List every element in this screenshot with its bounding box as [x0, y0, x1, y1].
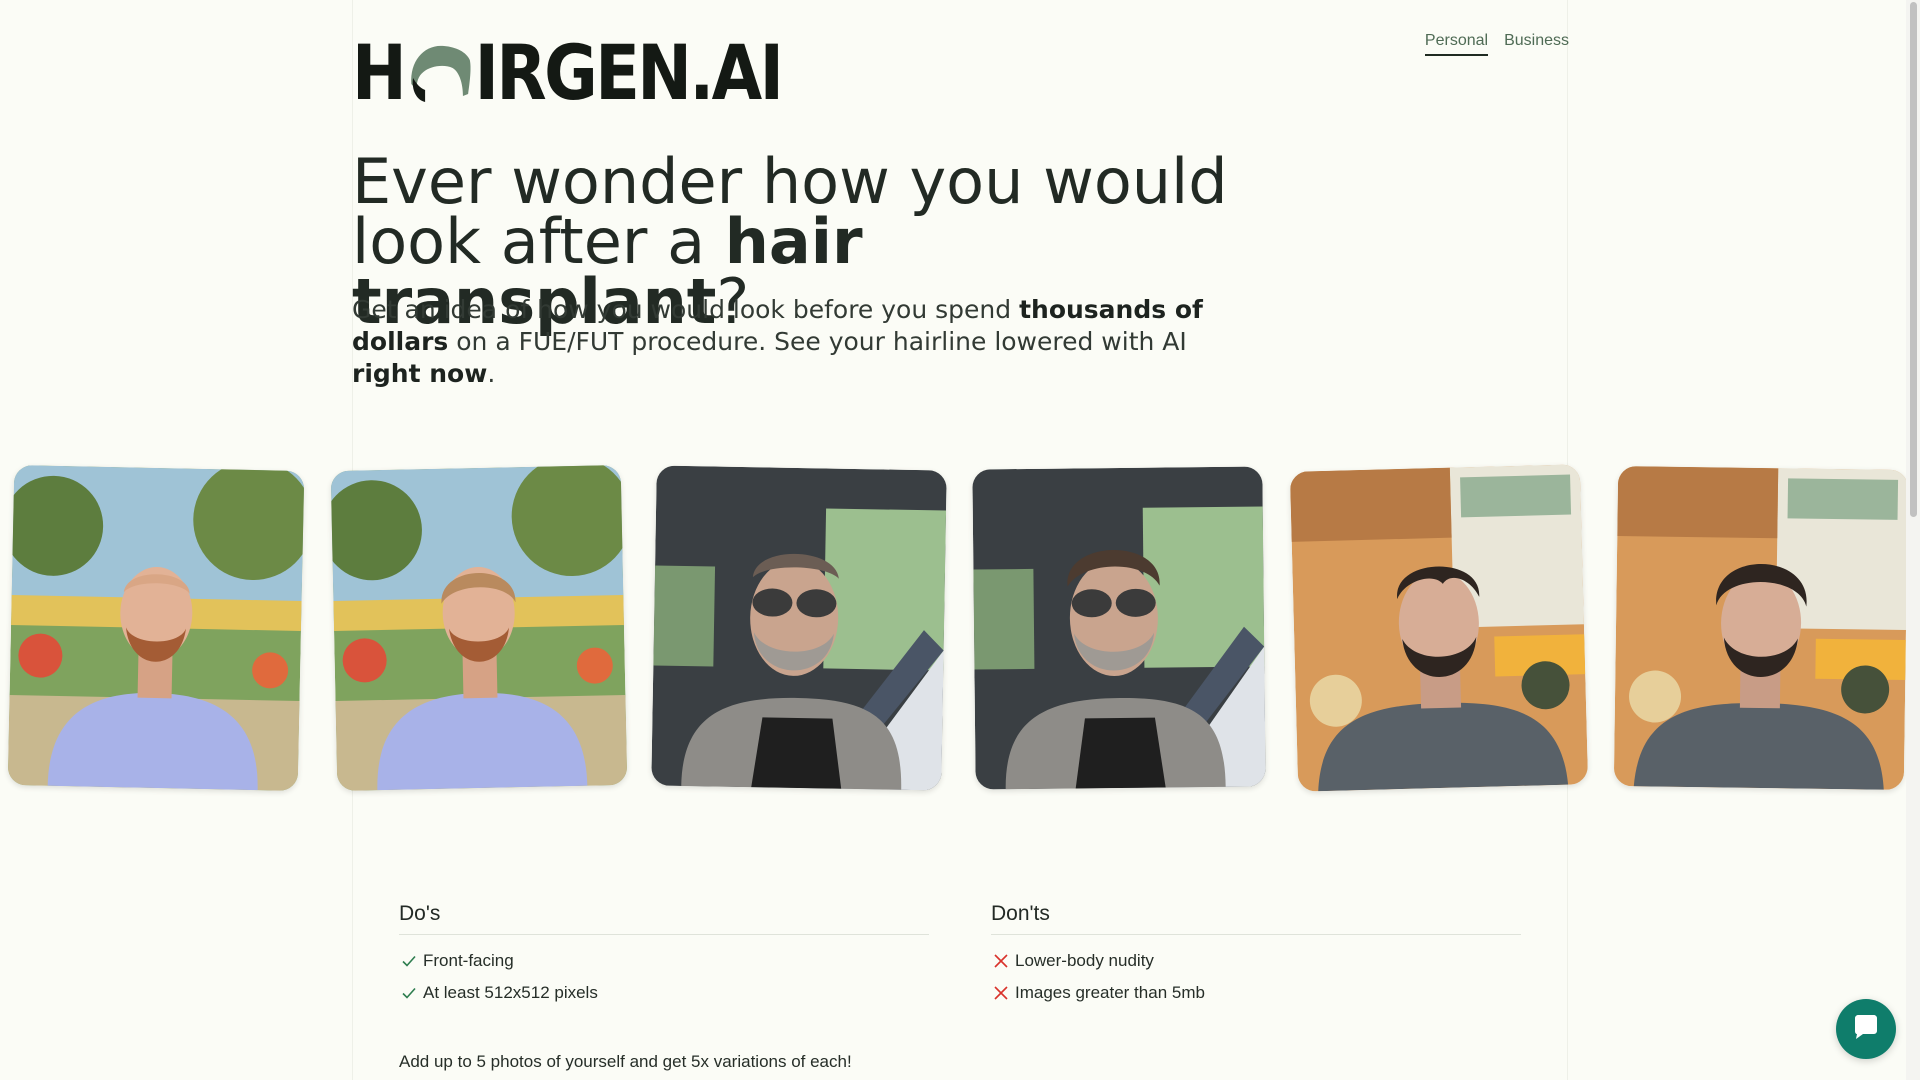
donts-section: Don'ts Lower-body nudity Images greater …: [991, 902, 1521, 1009]
brand-logo[interactable]: H IRGEN.AI: [352, 28, 784, 117]
chat-bubble-icon: [1851, 1012, 1881, 1046]
gallery-photo-sunglasses-before: [651, 465, 947, 791]
list-item: Front-facing: [399, 945, 929, 977]
page-scrollbar[interactable]: [1906, 0, 1920, 1080]
gallery-photo-restaurant-after: [1613, 465, 1909, 791]
donts-title: Don'ts: [991, 902, 1521, 935]
before-after-gallery: [0, 464, 1920, 796]
nav-business[interactable]: Business: [1504, 32, 1569, 56]
check-icon: [399, 983, 419, 1003]
scrollbar-thumb[interactable]: [1910, 2, 1917, 517]
top-nav: Personal Business: [1424, 32, 1569, 56]
subtext-part2: on a FUE/FUT procedure. See your hairlin…: [448, 327, 1187, 356]
page: H IRGEN.AI Personal Business Ever wonder…: [0, 0, 1920, 1080]
list-item: Lower-body nudity: [991, 945, 1521, 977]
upload-hint: Add up to 5 photos of yourself and get 5…: [399, 1052, 852, 1071]
hero-subtext: Get an idea of how you would look before…: [352, 294, 1232, 390]
x-icon: [991, 951, 1011, 971]
logo-text-rest: IRGEN.AI: [474, 27, 784, 117]
hair-icon: [406, 37, 473, 107]
check-icon: [399, 951, 419, 971]
subtext-part1: Get an idea of how you would look before…: [352, 295, 1020, 324]
chat-button[interactable]: [1836, 999, 1896, 1059]
logo-letter-h: H: [352, 27, 407, 117]
gallery-photo-blue-shirt-after: [330, 464, 628, 792]
dos-list: Front-facing At least 512x512 pixels: [399, 945, 929, 1009]
list-item: At least 512x512 pixels: [399, 977, 929, 1009]
nav-personal[interactable]: Personal: [1424, 32, 1489, 56]
dont-item-label: Lower-body nudity: [1015, 951, 1154, 970]
donts-list: Lower-body nudity Images greater than 5m…: [991, 945, 1521, 1009]
do-item-label: Front-facing: [423, 951, 514, 970]
do-item-label: At least 512x512 pixels: [423, 983, 598, 1002]
subtext-bold-now: right now: [352, 359, 488, 388]
subtext-part3: .: [487, 359, 496, 388]
dos-section: Do's Front-facing At least 512x512 pixel…: [399, 902, 929, 1009]
gallery-photo-blue-shirt-before: [7, 464, 305, 792]
x-icon: [991, 983, 1011, 1003]
gallery-photo-sunglasses-after: [972, 466, 1266, 790]
dos-title: Do's: [399, 902, 929, 935]
list-item: Images greater than 5mb: [991, 977, 1521, 1009]
gallery-photo-restaurant-before: [1289, 464, 1589, 792]
dont-item-label: Images greater than 5mb: [1015, 983, 1205, 1002]
